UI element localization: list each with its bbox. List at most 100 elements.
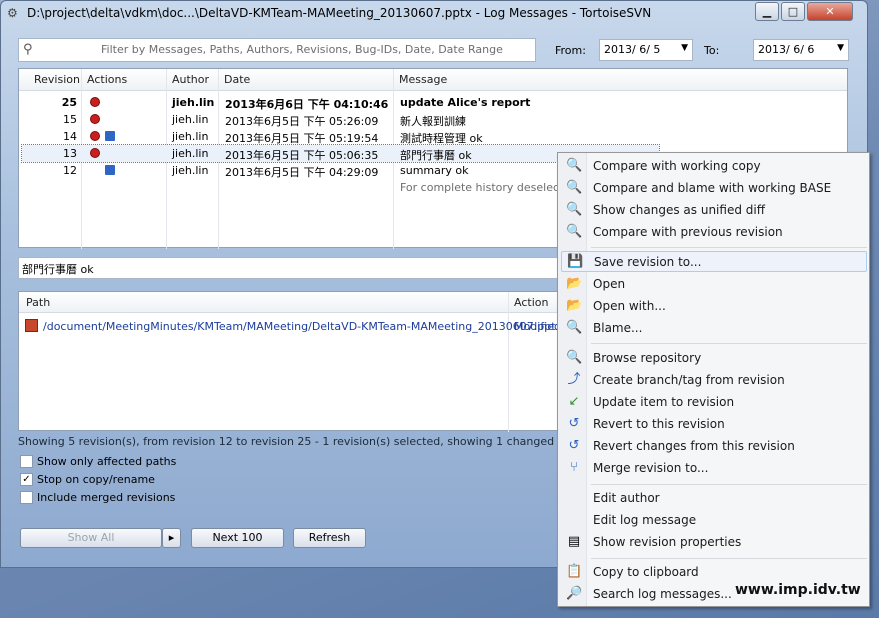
close-button[interactable]: ✕ [807, 2, 853, 21]
magnifier-icon: 🔍 [566, 224, 583, 239]
menu-item-merge-revision[interactable]: ⑂ Merge revision to... [561, 458, 867, 479]
date-cell: 2013年6月5日 下午 05:19:54 [225, 132, 379, 145]
minimize-button[interactable]: ▁ [755, 2, 779, 21]
revert-icon: ↺ [568, 416, 580, 431]
date-cell: 2013年6月6日 下午 04:10:46 [225, 98, 389, 111]
revert-icon: ↺ [568, 438, 580, 453]
message-cell: summary ok [400, 164, 469, 177]
magnifier-icon: 🔍 [566, 202, 583, 217]
col-author[interactable]: Author [172, 73, 209, 86]
from-date-value: 2013/ 6/ 5 [604, 43, 661, 56]
context-menu: 🔍 Compare with working copy 🔍 Compare and … [557, 152, 870, 607]
menu-item-browse-repository[interactable]: 🔍 Browse repository [561, 348, 867, 369]
date-cell: 2013年6月5日 下午 04:29:09 [225, 166, 379, 179]
changed-paths-header: Path Action [19, 292, 562, 313]
message-cell: 新人報到訓練 [400, 115, 466, 128]
menu-item-edit-author[interactable]: Edit author [561, 488, 867, 509]
stop-on-copy-checkbox[interactable]: ✓ [20, 473, 33, 486]
maximize-button[interactable]: □ [781, 2, 805, 21]
menu-item-revert-changes[interactable]: ↺ Revert changes from this revision [561, 436, 867, 457]
log-message-textbox[interactable]: 部門行事曆 ok [18, 257, 563, 279]
added-icon [105, 165, 115, 175]
window-title: D:\project\delta\vdkm\doc...\DeltaVD-KMT… [27, 6, 652, 20]
folder-open-icon: 📂 [566, 298, 583, 313]
col-path[interactable]: Path [26, 296, 50, 309]
date-cell: 2013年6月5日 下午 05:06:35 [225, 149, 379, 162]
from-date-picker[interactable]: 2013/ 6/ 5 ▼ [599, 39, 693, 61]
menu-separator [591, 343, 867, 344]
revision-cell: 13 [63, 147, 77, 160]
menu-item-revert-to-revision[interactable]: ↺ Revert to this revision [561, 414, 867, 435]
changed-paths-list[interactable]: Path Action /document/MeetingMinutes/KMT… [18, 291, 563, 432]
pptx-file-icon [25, 319, 38, 332]
menu-item-revision-properties[interactable]: ▤ Show revision properties [561, 532, 867, 553]
search-icon: 🔎 [566, 586, 583, 601]
added-icon [105, 131, 115, 141]
menu-item-create-branch[interactable]: ⤴ Create branch/tag from revision [561, 370, 867, 391]
title-bar[interactable]: ⚙ D:\project\delta\vdkm\doc...\DeltaVD-K… [1, 1, 867, 27]
magnifier-icon: 🔍 [566, 350, 583, 365]
modified-icon [90, 131, 100, 141]
message-cell: 部門行事曆 ok [400, 149, 472, 162]
show-affected-paths-label: Show only affected paths [37, 455, 177, 468]
modified-icon [90, 97, 100, 107]
filter-input[interactable]: ⚲ Filter by Messages, Paths, Authors, Re… [18, 38, 536, 62]
revision-cell: 15 [63, 113, 77, 126]
modified-icon [90, 148, 100, 158]
col-date[interactable]: Date [224, 73, 250, 86]
date-cell: 2013年6月5日 下午 05:26:09 [225, 115, 379, 128]
merge-icon: ⑂ [570, 460, 578, 475]
magnifier-icon: 🔍 [566, 158, 583, 173]
clipboard-icon: 📋 [566, 564, 583, 579]
author-cell: jieh.lin [172, 113, 209, 126]
action-cell: Modified [514, 320, 561, 333]
table-row[interactable]: /document/MeetingMinutes/KMTeam/MAMeetin… [19, 318, 562, 335]
include-merged-label: Include merged revisions [37, 491, 176, 504]
search-icon[interactable]: ⚲ [23, 42, 33, 57]
include-merged-checkbox[interactable] [20, 491, 33, 504]
menu-item-unified-diff[interactable]: 🔍 Show changes as unified diff [561, 200, 867, 221]
folder-open-icon: 📂 [566, 276, 583, 291]
message-cell: update Alice's report [400, 96, 531, 109]
properties-icon: ▤ [567, 534, 581, 549]
refresh-button[interactable]: Refresh [293, 528, 366, 548]
revision-cell: 25 [61, 96, 77, 109]
branch-icon: ⤴ [567, 372, 581, 387]
revision-cell: 14 [63, 130, 77, 143]
author-cell: jieh.lin [172, 96, 215, 109]
col-actions[interactable]: Actions [87, 73, 127, 86]
menu-item-copy-clipboard[interactable]: 📋 Copy to clipboard [561, 562, 867, 583]
menu-separator [591, 247, 867, 248]
to-date-picker[interactable]: 2013/ 6/ 6 ▼ [753, 39, 849, 61]
table-row[interactable]: 14 jieh.lin 2013年6月5日 下午 05:19:54 測試時程管理… [19, 128, 847, 145]
menu-item-edit-log-message[interactable]: Edit log message [561, 510, 867, 531]
menu-item-blame[interactable]: 🔍 Blame... [561, 318, 867, 339]
menu-item-open[interactable]: 📂 Open [561, 274, 867, 295]
table-row[interactable]: 25 jieh.lin 2013年6月6日 下午 04:10:46 update… [19, 94, 847, 111]
menu-separator [591, 558, 867, 559]
show-all-dropdown[interactable]: ▸ [162, 528, 181, 548]
col-message[interactable]: Message [399, 73, 447, 86]
chevron-down-icon[interactable]: ▼ [837, 43, 844, 53]
menu-item-open-with[interactable]: 📂 Open with... [561, 296, 867, 317]
status-text: Showing 5 revision(s), from revision 12 … [18, 435, 589, 448]
col-revision[interactable]: Revision [34, 73, 80, 86]
show-affected-paths-checkbox[interactable] [20, 455, 33, 468]
chevron-down-icon[interactable]: ▼ [681, 43, 688, 53]
menu-item-update-to-revision[interactable]: ↙ Update item to revision [561, 392, 867, 413]
show-all-button[interactable]: Show All [20, 528, 162, 548]
revision-list-header: Revision Actions Author Date Message [19, 69, 847, 91]
next-100-button[interactable]: Next 100 [191, 528, 284, 548]
update-arrow-icon: ↙ [568, 394, 580, 409]
message-cell: 測試時程管理 ok [400, 132, 483, 145]
col-action[interactable]: Action [514, 296, 548, 309]
menu-item-save-revision[interactable]: 💾 Save revision to... [561, 251, 867, 272]
magnifier-icon: 🔍 [566, 320, 583, 335]
path-cell: /document/MeetingMinutes/KMTeam/MAMeetin… [43, 320, 563, 333]
tortoisesvn-icon: ⚙ [7, 6, 18, 20]
menu-item-compare-previous[interactable]: 🔍 Compare with previous revision [561, 222, 867, 243]
table-row[interactable]: 15 jieh.lin 2013年6月5日 下午 05:26:09 新人報到訓練 [19, 111, 847, 128]
menu-item-compare-blame[interactable]: 🔍 Compare and blame with working BASE [561, 178, 867, 199]
filter-placeholder: Filter by Messages, Paths, Authors, Revi… [101, 43, 503, 56]
menu-item-compare-working-copy[interactable]: 🔍 Compare with working copy [561, 156, 867, 177]
